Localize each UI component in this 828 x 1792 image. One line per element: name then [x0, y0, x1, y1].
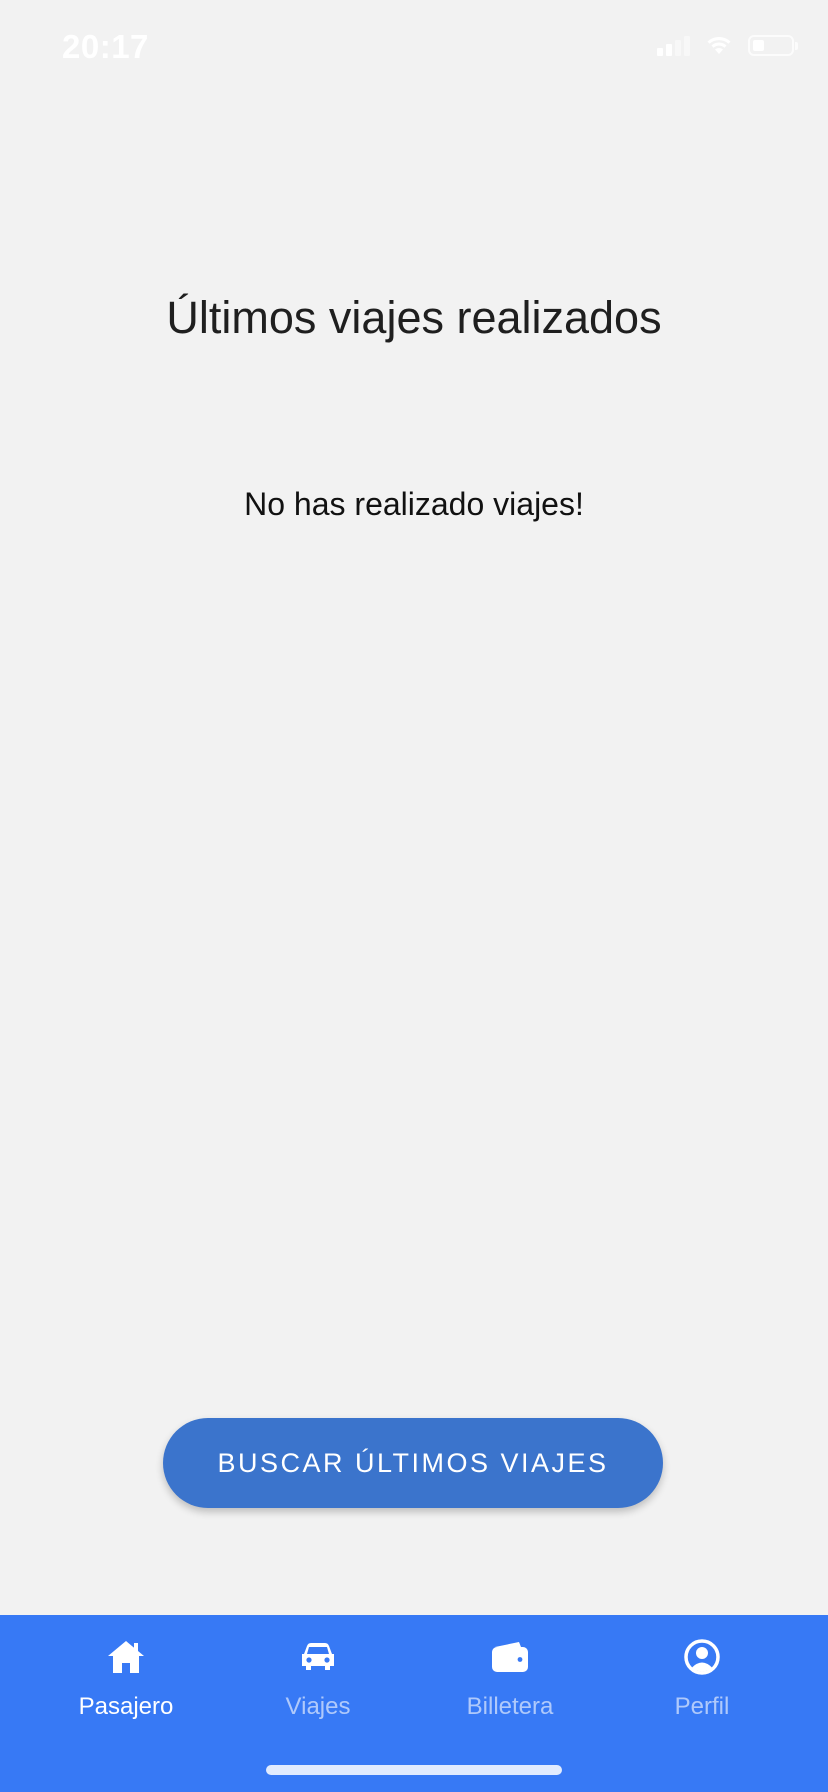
nav-label-pasajero: Pasajero — [78, 1693, 174, 1720]
nav-label-viajes: Viajes — [285, 1693, 351, 1720]
home-icon — [108, 1641, 144, 1673]
wifi-icon — [707, 37, 731, 54]
profile-icon — [684, 1639, 720, 1675]
nav-item-billetera[interactable]: Billetera — [414, 1615, 606, 1735]
car-icon — [302, 1643, 334, 1670]
nav-label-billetera: Billetera — [466, 1693, 554, 1720]
app-screen: 20:17 Últimos viajes realizados No has r… — [0, 0, 828, 1792]
page-title: Últimos viajes realizados — [166, 292, 662, 343]
nav-item-perfil[interactable]: Perfil — [606, 1615, 798, 1735]
signal-icon — [657, 34, 690, 56]
nav-label-perfil: Perfil — [674, 1693, 730, 1720]
nav-item-viajes[interactable]: Viajes — [222, 1615, 414, 1735]
status-bar: 20:17 — [0, 0, 828, 100]
nav-item-pasajero[interactable]: Pasajero — [30, 1615, 222, 1735]
home-indicator[interactable] — [266, 1765, 562, 1775]
wallet-icon — [492, 1642, 528, 1672]
empty-state-message: No has realizado viajes! — [244, 486, 584, 522]
battery-icon — [748, 34, 798, 56]
status-time: 20:17 — [62, 28, 149, 65]
status-icons — [657, 34, 798, 56]
search-recent-trips-button[interactable]: BUSCAR ÚLTIMOS VIAJES — [163, 1418, 663, 1508]
